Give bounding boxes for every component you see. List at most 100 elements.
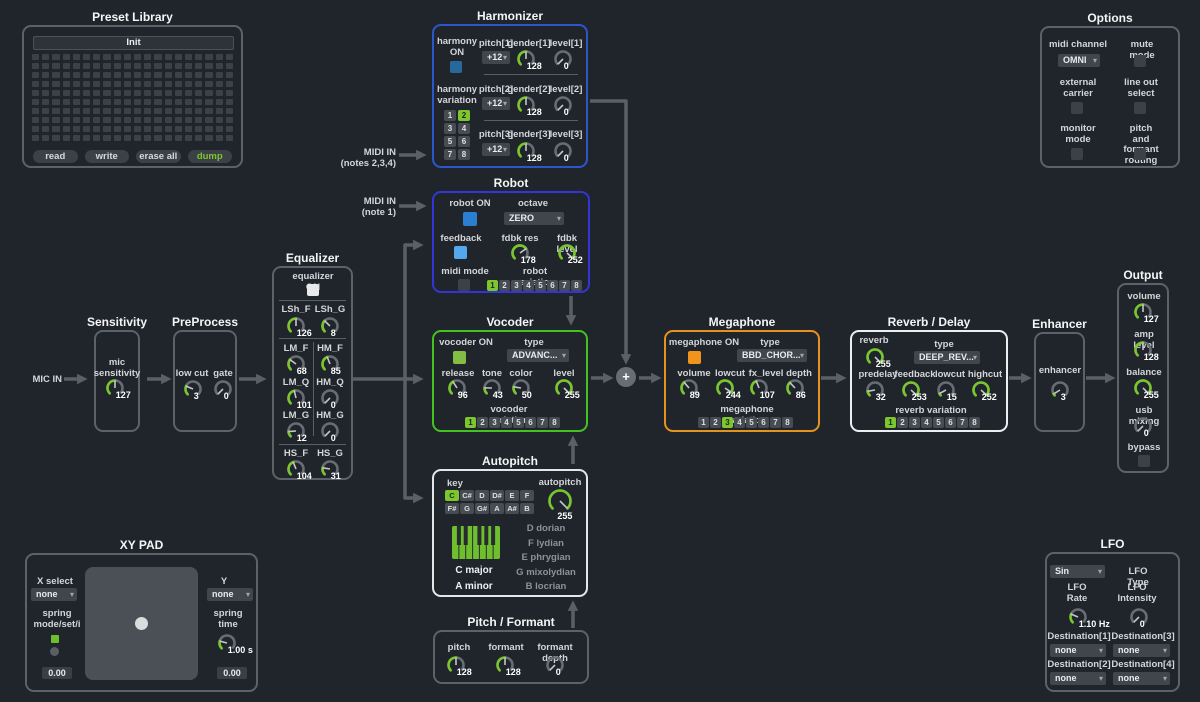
preset-slot[interactable] bbox=[144, 81, 151, 87]
preset-slot[interactable] bbox=[73, 126, 80, 132]
variation-button[interactable]: 7 bbox=[957, 417, 968, 428]
preset-slot[interactable] bbox=[93, 63, 100, 69]
preset-slot[interactable] bbox=[165, 72, 172, 78]
preset-slot[interactable] bbox=[114, 135, 121, 141]
pitch-formant-routing-toggle[interactable] bbox=[1134, 148, 1146, 160]
preset-slot[interactable] bbox=[175, 72, 182, 78]
midi-mode-toggle[interactable] bbox=[458, 279, 470, 291]
reverb-variation-buttons[interactable]: 12345678 bbox=[885, 417, 980, 428]
preset-slot[interactable] bbox=[144, 63, 151, 69]
preset-slot[interactable] bbox=[73, 99, 80, 105]
preset-slot[interactable] bbox=[226, 99, 233, 105]
preset-slot[interactable] bbox=[185, 90, 192, 96]
external-carrier-toggle[interactable] bbox=[1071, 102, 1083, 114]
preset-slot[interactable] bbox=[93, 81, 100, 87]
xy-pad-surface[interactable] bbox=[85, 567, 198, 680]
variation-button[interactable]: F# bbox=[445, 503, 459, 514]
reverb-knob[interactable]: 255 bbox=[865, 347, 885, 367]
pitch1-dropdown[interactable]: +12 bbox=[482, 51, 510, 64]
variation-button[interactable]: C# bbox=[460, 490, 474, 501]
midi-channel-dropdown[interactable]: OMNI bbox=[1058, 54, 1100, 67]
preset-slot[interactable] bbox=[205, 117, 212, 123]
preset-slot[interactable] bbox=[42, 72, 49, 78]
hs-g-knob[interactable]: 31 bbox=[320, 459, 340, 479]
preset-slot[interactable] bbox=[134, 63, 141, 69]
variation-button[interactable]: 3 bbox=[722, 417, 733, 428]
monitor-mode-toggle[interactable] bbox=[1071, 148, 1083, 160]
preset-slot[interactable] bbox=[114, 117, 121, 123]
preset-slot[interactable] bbox=[216, 108, 223, 114]
variation-button[interactable]: 8 bbox=[969, 417, 980, 428]
fdbk-res-knob[interactable]: 178 bbox=[510, 243, 530, 263]
preset-slot[interactable] bbox=[195, 117, 202, 123]
preset-slot[interactable] bbox=[165, 54, 172, 60]
preset-slot[interactable] bbox=[144, 54, 151, 60]
preset-slot[interactable] bbox=[32, 72, 39, 78]
formant-knob[interactable]: 128 bbox=[495, 655, 515, 675]
preset-slot[interactable] bbox=[73, 72, 80, 78]
variation-button[interactable]: 2 bbox=[897, 417, 908, 428]
preset-slot[interactable] bbox=[175, 117, 182, 123]
preset-slot[interactable] bbox=[165, 99, 172, 105]
preset-slot[interactable] bbox=[205, 54, 212, 60]
preset-slot[interactable] bbox=[154, 108, 161, 114]
preset-slot[interactable] bbox=[226, 117, 233, 123]
preset-slot[interactable] bbox=[114, 108, 121, 114]
fdbk-level-knob[interactable]: 252 bbox=[557, 243, 577, 263]
lfo-intensity-knob[interactable]: 0 bbox=[1129, 607, 1149, 627]
preset-slot[interactable] bbox=[216, 117, 223, 123]
octave-dropdown[interactable]: ZERO bbox=[504, 212, 564, 225]
preset-slot[interactable] bbox=[83, 99, 90, 105]
preset-slot[interactable] bbox=[165, 90, 172, 96]
gender1-knob[interactable]: 128 bbox=[516, 49, 536, 69]
preset-slot[interactable] bbox=[93, 108, 100, 114]
preset-slot[interactable] bbox=[165, 63, 172, 69]
vocoder-on-toggle[interactable] bbox=[453, 351, 466, 364]
read-button[interactable]: read bbox=[33, 150, 78, 163]
feedback-toggle[interactable] bbox=[454, 246, 467, 259]
preset-slot[interactable] bbox=[52, 135, 59, 141]
preset-slot[interactable] bbox=[154, 126, 161, 132]
variation-button[interactable]: 3 bbox=[511, 280, 522, 291]
preset-slot[interactable] bbox=[63, 54, 70, 60]
preset-slot[interactable] bbox=[42, 54, 49, 60]
color-knob[interactable]: 50 bbox=[511, 378, 531, 398]
preset-slot[interactable] bbox=[83, 63, 90, 69]
preset-slot[interactable] bbox=[226, 90, 233, 96]
destination4-dropdown[interactable]: none bbox=[1113, 672, 1170, 685]
preset-slot[interactable] bbox=[124, 90, 131, 96]
preset-slot[interactable] bbox=[195, 135, 202, 141]
variation-button[interactable]: 4 bbox=[458, 123, 470, 134]
variation-button[interactable]: D# bbox=[490, 490, 504, 501]
preset-slot[interactable] bbox=[32, 54, 39, 60]
vocoder-type-dropdown[interactable]: ADVANC... bbox=[507, 349, 569, 362]
balance-knob[interactable]: 255 bbox=[1133, 378, 1153, 398]
variation-button[interactable]: 1 bbox=[487, 280, 498, 291]
preset-slot[interactable] bbox=[216, 99, 223, 105]
variation-button[interactable]: G bbox=[460, 503, 474, 514]
pitch-knob[interactable]: 128 bbox=[446, 655, 466, 675]
preset-slot[interactable] bbox=[205, 63, 212, 69]
variation-button[interactable]: 5 bbox=[933, 417, 944, 428]
preset-slot[interactable] bbox=[42, 117, 49, 123]
preset-slot[interactable] bbox=[124, 54, 131, 60]
preset-slot[interactable] bbox=[154, 99, 161, 105]
preset-slot[interactable] bbox=[114, 63, 121, 69]
hs-f-knob[interactable]: 104 bbox=[286, 459, 306, 479]
preset-slot[interactable] bbox=[216, 90, 223, 96]
preset-slot[interactable] bbox=[42, 108, 49, 114]
preset-slot[interactable] bbox=[226, 126, 233, 132]
preset-slot[interactable] bbox=[205, 72, 212, 78]
variation-button[interactable]: 8 bbox=[571, 280, 582, 291]
preset-slot[interactable] bbox=[83, 126, 90, 132]
preset-slot[interactable] bbox=[114, 72, 121, 78]
write-button[interactable]: write bbox=[85, 150, 130, 163]
output-volume-knob[interactable]: 127 bbox=[1133, 302, 1153, 322]
preset-slot[interactable] bbox=[154, 135, 161, 141]
variation-button[interactable]: 3 bbox=[444, 123, 456, 134]
preset-slot[interactable] bbox=[185, 108, 192, 114]
reverb-feedback-knob[interactable]: 253 bbox=[901, 380, 921, 400]
preset-slot[interactable] bbox=[32, 126, 39, 132]
variation-button[interactable]: D bbox=[475, 490, 489, 501]
variation-button[interactable]: 1 bbox=[444, 110, 456, 121]
